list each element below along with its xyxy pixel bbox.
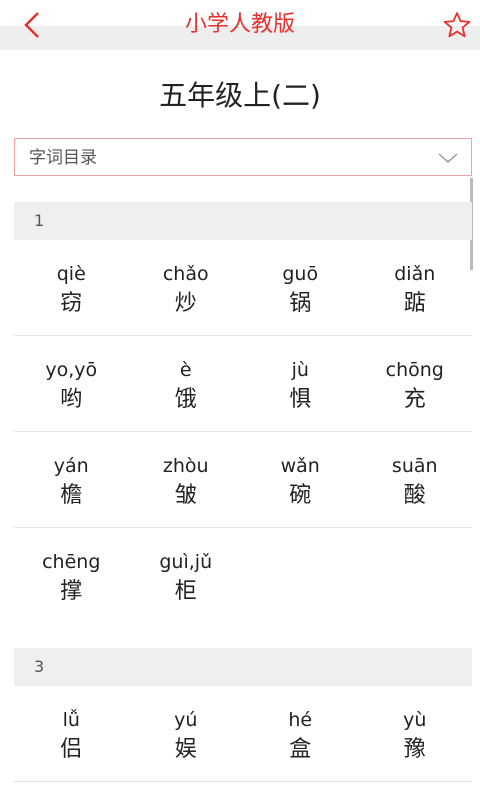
top-bar: 小学人教版 — [0, 0, 480, 50]
word-grid-1: qiè 窃 chǎo 炒 guō 锅 diǎn 踮 yo,yō 哟 è饿 jù 惧 chōn… — [14, 240, 472, 624]
character: 炒 — [174, 291, 197, 316]
character: 惧 — [289, 387, 312, 412]
character: 豫 — [403, 737, 426, 762]
pinyin: guō — [282, 263, 319, 285]
word-item[interactable]: yú 娱 — [129, 686, 244, 781]
chevron-down-icon — [438, 153, 458, 164]
pinyin: suān — [391, 455, 438, 477]
pinyin: qiè — [56, 263, 86, 285]
word-item[interactable]: è饿 — [129, 336, 244, 431]
pinyin: zhòu — [162, 455, 209, 477]
pinyin: lǚ — [62, 709, 80, 731]
word-item[interactable]: qiè 窃 — [14, 240, 129, 335]
character: 酸 — [403, 483, 426, 508]
word-row: qiè 窃 chǎo 炒 guō 锅 diǎn 踮 — [14, 240, 472, 336]
character: 窃 — [60, 291, 83, 316]
pinyin: yán — [53, 455, 89, 477]
word-row: yo,yō 哟 è饿 jù 惧 chōng 充 — [14, 336, 472, 432]
pinyin: guì,jǔ — [159, 551, 213, 573]
word-item[interactable]: chǎo 炒 — [129, 240, 244, 335]
character: 踮 — [403, 291, 426, 316]
word-row: chēng 撑 guì,jǔ 柜 — [14, 528, 472, 624]
section-header-3: 3 — [14, 648, 472, 686]
pinyin: wǎn — [280, 455, 320, 477]
word-item[interactable]: hé 盒 — [243, 686, 358, 781]
page-title: 五年级上(二) — [159, 79, 321, 112]
character: 碗 — [289, 483, 312, 508]
section-header-1: 1 — [14, 202, 472, 240]
word-item[interactable]: diǎn 踮 — [358, 240, 473, 335]
character: 盒 — [289, 737, 312, 762]
character: 柜 — [174, 579, 197, 604]
pinyin: hé — [288, 709, 313, 731]
pinyin: chōng — [385, 359, 444, 381]
word-item[interactable]: guì,jǔ 柜 — [129, 528, 244, 624]
section-label: 3 — [34, 657, 45, 676]
pinyin: chǎo — [162, 263, 209, 285]
pinyin: diǎn — [394, 263, 436, 285]
character: 饿 — [174, 387, 197, 412]
pinyin: jù — [291, 359, 309, 381]
word-item[interactable]: yù 豫 — [358, 686, 473, 781]
pinyin: yù — [403, 709, 427, 731]
star-icon[interactable] — [442, 10, 472, 40]
word-item[interactable]: chōng 充 — [358, 336, 473, 431]
pinyin: yo,yō — [45, 359, 98, 381]
word-row: yán 檐 zhòu 皱 wǎn 碗 suān 酸 — [14, 432, 472, 528]
character: 檐 — [60, 483, 83, 508]
section-label: 1 — [34, 211, 45, 230]
character: 娱 — [174, 737, 197, 762]
pinyin: chēng — [42, 551, 101, 573]
word-item[interactable]: wǎn 碗 — [243, 432, 358, 527]
word-item[interactable]: yán 檐 — [14, 432, 129, 527]
word-item[interactable]: suān 酸 — [358, 432, 473, 527]
word-item[interactable]: guō 锅 — [243, 240, 358, 335]
character: 皱 — [174, 483, 197, 508]
pinyin: yú — [174, 709, 198, 731]
word-item[interactable]: lǚ 侣 — [14, 686, 129, 781]
word-item[interactable]: chēng 撑 — [14, 528, 129, 624]
pinyin: è — [179, 359, 192, 381]
character: 撑 — [60, 579, 83, 604]
word-item[interactable]: yo,yō 哟 — [14, 336, 129, 431]
empty-cell — [358, 528, 473, 624]
character: 侣 — [60, 737, 83, 762]
word-item[interactable]: zhòu 皱 — [129, 432, 244, 527]
empty-cell — [243, 528, 358, 624]
character: 充 — [403, 387, 426, 412]
character: 哟 — [60, 387, 83, 412]
word-row: lǚ 侣 yú 娱 hé 盒 yù 豫 — [14, 686, 472, 782]
app-title: 小学人教版 — [184, 12, 295, 37]
catalog-dropdown[interactable]: 字词目录 — [14, 138, 472, 176]
word-item[interactable]: jù 惧 — [243, 336, 358, 431]
word-grid-3: lǚ 侣 yú 娱 hé 盒 yù 豫 — [14, 686, 472, 782]
dropdown-value: 字词目录 — [29, 148, 97, 168]
character: 锅 — [289, 291, 312, 316]
